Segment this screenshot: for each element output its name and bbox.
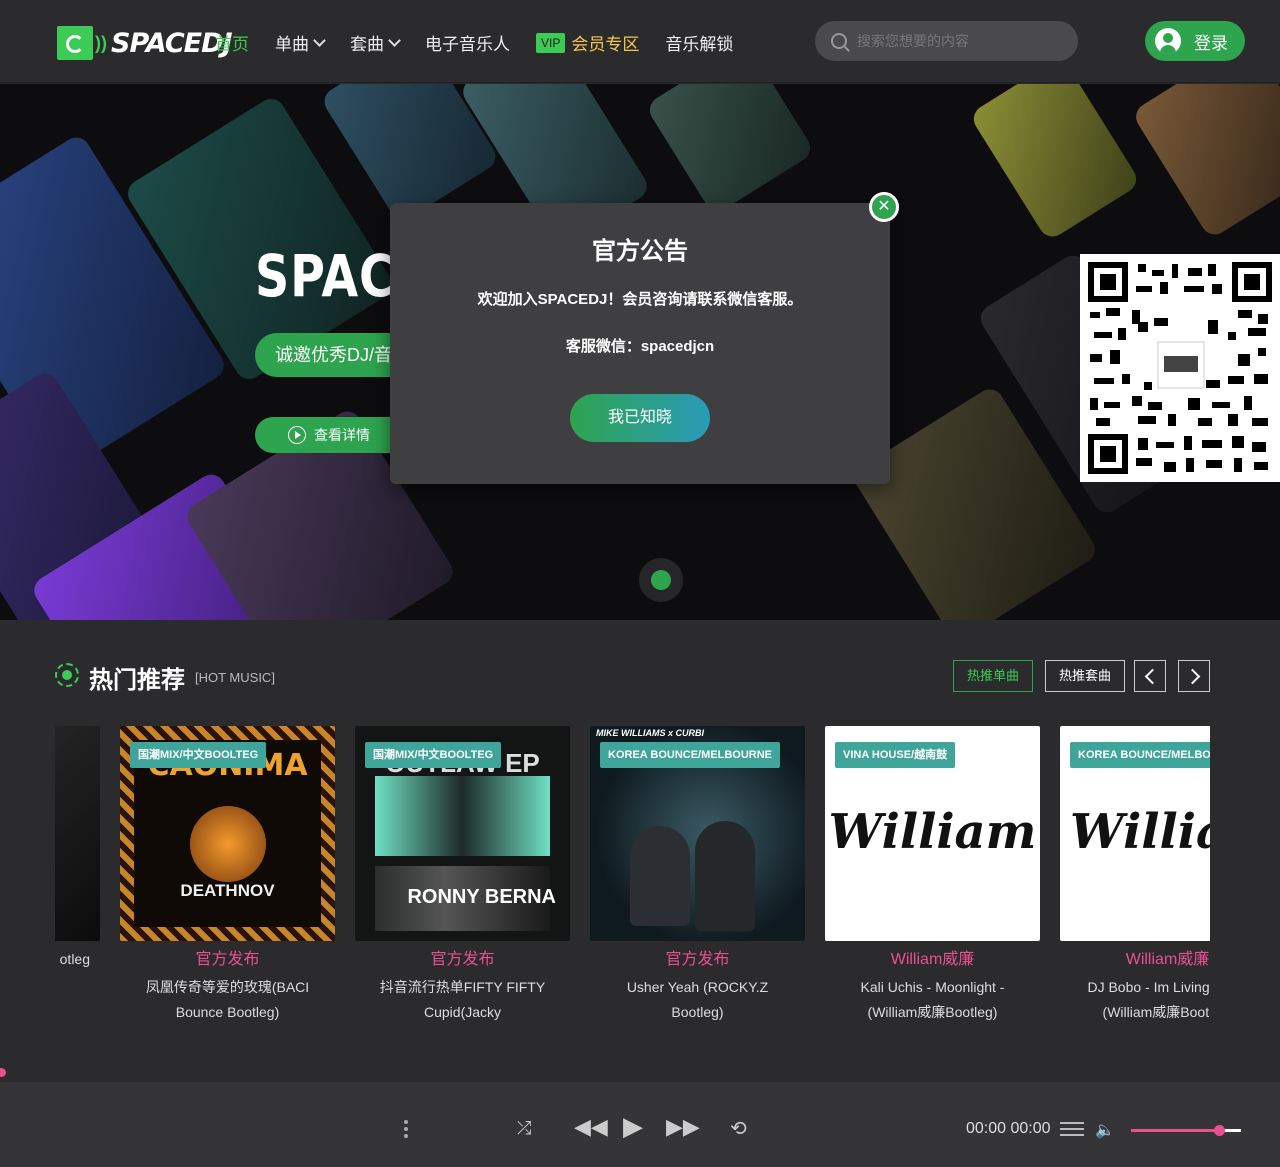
genre-tag: 国潮MIX/中文BOOLTEG xyxy=(130,742,267,768)
cover-art: William VINA HOUSE/越南鼓 xyxy=(825,726,1040,941)
play-circle-icon xyxy=(288,426,306,444)
announcement-modal: ✕ 官方公告 欢迎加入SPACEDJ！会员咨询请联系微信客服。 客服微信：spa… xyxy=(390,192,899,484)
genre-tag: KOREA BOUNCE/MELBOURNE xyxy=(600,742,780,768)
repeat-icon[interactable]: ⟲ xyxy=(730,1116,747,1141)
hot-music-carousel: otleg CAONIMA DEATHNOV 国潮MIX/中文BOOLTEG 官… xyxy=(55,726,1210,1036)
nav-item-singles[interactable]: 单曲 xyxy=(275,30,326,55)
nav-item-unlock[interactable]: 音乐解锁 xyxy=(665,30,733,55)
sound-wave-icon: )) xyxy=(95,32,107,53)
nav-item-vip[interactable]: VIP 会员专区 xyxy=(536,30,639,55)
hot-section-header: 热门推荐 [HOT MUSIC] 热推单曲 热推套曲 xyxy=(55,660,1210,694)
playlist-icon[interactable] xyxy=(1060,1122,1084,1138)
tab-hot-sets[interactable]: 热推套曲 xyxy=(1045,660,1125,692)
page: )) SPACEDJ 首页 单曲 套曲 电子音乐人 VIP会员专区 音乐解锁 登… xyxy=(0,0,1280,1167)
track-title[interactable]: 抖音流行热单FIFTY FIFTY Cupid(Jacky xyxy=(355,975,570,1025)
player-bar: ⤮ ◀◀ ▶ ▶▶ ⟲ 00:00 00:00 🔈 xyxy=(0,1082,1280,1167)
vip-badge: VIP xyxy=(536,32,566,53)
main-nav: 首页 单曲 套曲 电子音乐人 VIP 会员专区 音乐解锁 xyxy=(215,30,759,55)
music-card[interactable]: CAONIMA DEATHNOV 国潮MIX/中文BOOLTEG 官方发布 凤凰… xyxy=(120,726,335,1025)
section-title: 热门推荐 xyxy=(89,667,185,694)
banner-photo-tile xyxy=(968,84,1142,242)
music-card[interactable]: William VINA HOUSE/越南鼓 William威廉 Kali Uc… xyxy=(825,726,1040,1025)
logo-text: SPACEDJ xyxy=(111,27,233,59)
acknowledge-button[interactable]: 我已知晓 xyxy=(570,394,710,442)
qr-code-graphic xyxy=(1088,262,1272,474)
track-title[interactable]: 凤凰传奇等爱的玫瑰(BACI Bounce Bootleg) xyxy=(120,975,335,1025)
nav-item-sets[interactable]: 套曲 xyxy=(350,30,401,55)
hot-music-icon xyxy=(55,663,79,687)
volume-icon[interactable]: 🔈 xyxy=(1095,1120,1115,1140)
carousel-dot[interactable] xyxy=(651,570,671,590)
header: )) SPACEDJ 首页 单曲 套曲 电子音乐人 VIP会员专区 音乐解锁 登… xyxy=(0,0,1280,83)
track-title[interactable]: Usher Yeah (ROCKY.Z Bootleg) xyxy=(590,975,805,1025)
genre-tag: VINA HOUSE/越南鼓 xyxy=(835,742,956,768)
search-box xyxy=(815,21,1078,61)
publisher-label[interactable]: 官方发布 xyxy=(120,945,335,969)
login-button[interactable]: 登录 xyxy=(1145,21,1245,61)
track-title[interactable]: DJ Bobo - Im Living To Lo (William威廉Boot… xyxy=(1060,975,1210,1025)
music-card[interactable]: MIKE WILLIAMS x CURBI KOREA BOUNCE/MELBO… xyxy=(590,726,805,1025)
time-display: 00:00 00:00 xyxy=(966,1120,1051,1137)
cover-art: CAONIMA DEATHNOV 国潮MIX/中文BOOLTEG xyxy=(120,726,335,941)
volume-fill xyxy=(1131,1129,1219,1132)
carousel-next-button[interactable] xyxy=(1178,660,1210,692)
nav-item-artists[interactable]: 电子音乐人 xyxy=(425,30,510,55)
music-card[interactable]: William KOREA BOUNCE/MELBOURNE William威廉… xyxy=(1060,726,1210,1025)
more-options-icon[interactable] xyxy=(404,1120,408,1138)
carousel-prev-button[interactable] xyxy=(1134,660,1166,692)
modal-message: 欢迎加入SPACEDJ！会员咨询请联系微信客服。 xyxy=(477,291,803,308)
modal-wechat-contact: 客服微信：spacedjcn xyxy=(565,338,715,355)
cover-art xyxy=(55,726,100,941)
genre-tag: KOREA BOUNCE/MELBOURNE xyxy=(1070,742,1210,768)
tab-hot-singles[interactable]: 热推单曲 xyxy=(953,660,1033,692)
chevron-down-icon xyxy=(313,33,326,47)
publisher-label[interactable]: William威廉 xyxy=(825,945,1040,969)
banner-photo-tile xyxy=(644,84,816,216)
modal-title: 官方公告 xyxy=(592,238,688,265)
publisher-label[interactable]: 官方发布 xyxy=(590,945,805,969)
logo-mark-icon xyxy=(57,26,93,60)
search-input[interactable] xyxy=(857,33,1057,49)
section-subtitle: [HOT MUSIC] xyxy=(195,670,275,685)
banner-photo-tile xyxy=(1130,84,1280,240)
volume-knob[interactable] xyxy=(1214,1125,1225,1136)
wechat-qr-code xyxy=(1080,254,1280,482)
genre-tag: 国潮MIX/中文BOOLTEG xyxy=(365,742,502,768)
playback-progress-handle[interactable] xyxy=(0,1068,6,1077)
logo[interactable]: )) SPACEDJ xyxy=(57,26,233,60)
nav-item-home[interactable]: 首页 xyxy=(215,30,249,55)
publisher-label[interactable]: William威廉 xyxy=(1060,945,1210,969)
modal-close-button[interactable]: ✕ xyxy=(869,192,899,222)
publisher-label[interactable]: 官方发布 xyxy=(355,945,570,969)
cover-art: MIKE WILLIAMS x CURBI KOREA BOUNCE/MELBO… xyxy=(590,726,805,941)
volume-slider[interactable] xyxy=(1131,1125,1241,1136)
track-title[interactable]: Kali Uchis - Moonlight - (William威廉Bootl… xyxy=(825,975,1040,1025)
previous-track-icon[interactable]: ◀◀ xyxy=(574,1114,608,1140)
next-track-icon[interactable]: ▶▶ xyxy=(666,1114,700,1140)
track-title[interactable]: otleg xyxy=(55,947,100,972)
cover-art: OUTLAW EP RONNY BERNA 国潮MIX/中文BOOLTEG xyxy=(355,726,570,941)
chevron-down-icon xyxy=(388,33,401,47)
search-icon[interactable] xyxy=(831,33,847,49)
music-card[interactable]: OUTLAW EP RONNY BERNA 国潮MIX/中文BOOLTEG 官方… xyxy=(355,726,570,1025)
music-card[interactable]: otleg xyxy=(55,726,100,972)
user-icon xyxy=(1155,28,1181,54)
cover-art: William KOREA BOUNCE/MELBOURNE xyxy=(1060,726,1210,941)
play-icon[interactable]: ▶ xyxy=(623,1111,643,1142)
shuffle-icon[interactable]: ⤮ xyxy=(517,1118,531,1139)
